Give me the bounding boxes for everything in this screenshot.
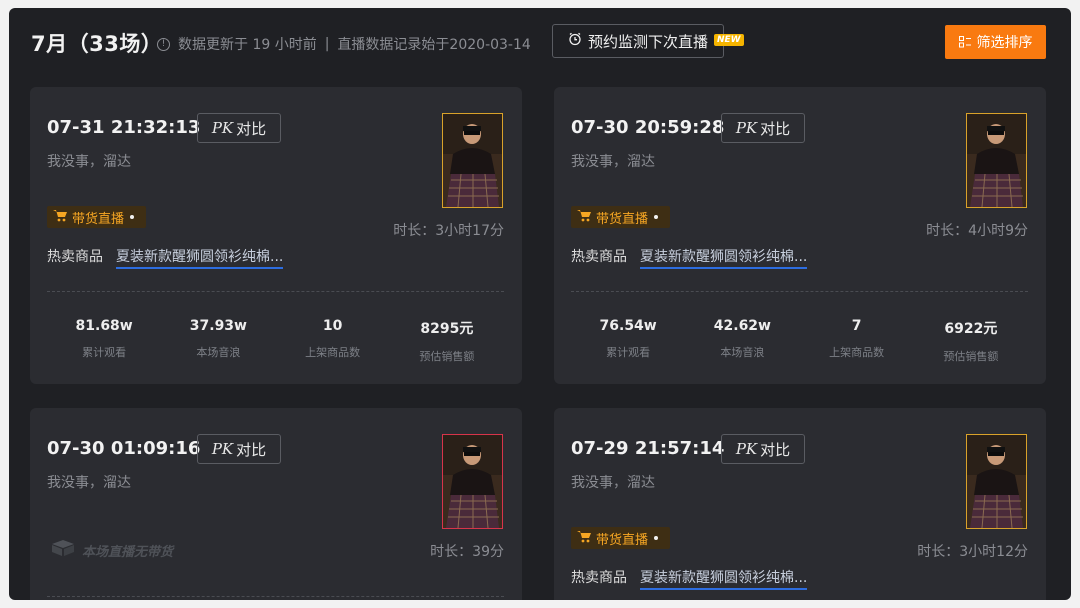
streamer-name: 我没事，溜达 — [47, 154, 131, 170]
filter-button-label: 筛选排序 — [976, 35, 1033, 51]
reserve-button-label: 预约监测下次直播 — [587, 32, 708, 51]
session-stats: 76.54w 累计观看 42.62w 本场音浪 7 上架商品数 6922元预估销售额 — [571, 318, 1028, 364]
stat-value: 76.54w — [599, 318, 657, 334]
live-session-card[interactable]: 07-29 21:57:14 PK 对比 我没事，溜达 带货直播 时长：3小时12… — [554, 408, 1046, 600]
stat-label: 本场音浪 — [720, 346, 765, 359]
cart-icon — [53, 209, 68, 226]
tag-dot — [654, 215, 659, 219]
month-title: 7月（33场） — [31, 32, 163, 56]
no-goods-text: 本场直播无带货 — [82, 544, 174, 560]
hot-product-label: 热卖商品 — [571, 249, 627, 265]
hot-product-link[interactable]: 夏装新款醒狮圆领衫纯棉... — [640, 246, 808, 269]
stat-sound-wave: 37.93w 本场音浪 — [161, 318, 275, 364]
session-duration: 时长：3小时17分 — [393, 223, 504, 239]
pk-compare-button[interactable]: PK 对比 — [721, 434, 805, 464]
pk-compare-button[interactable]: PK 对比 — [197, 113, 281, 143]
hot-product-link[interactable]: 夏装新款醒狮圆领衫纯棉... — [640, 567, 808, 590]
stat-estimated-sales: 6922元预估销售额 — [914, 318, 1028, 364]
stat-value: 10 — [322, 318, 343, 334]
hot-product-label: 热卖商品 — [571, 570, 627, 586]
pk-button-label: 对比 — [236, 440, 267, 459]
streamer-name: 我没事，溜达 — [47, 475, 131, 491]
stat-value: 6922元 — [944, 321, 998, 337]
session-duration: 时长：39分 — [430, 544, 504, 560]
update-info: ! 数据更新于 19 小时前 | 直播数据记录始于2020-03-14 — [157, 34, 531, 54]
live-cover-thumbnail[interactable] — [966, 113, 1027, 208]
live-commerce-tag: 带货直播 — [571, 527, 671, 549]
live-cover-thumbnail[interactable] — [966, 434, 1027, 529]
stat-estimated-sales: 8295元预估销售额 — [390, 318, 504, 364]
new-badge: NEW — [714, 34, 744, 46]
live-commerce-tag: 带货直播 — [47, 206, 147, 228]
live-session-card[interactable]: 07-30 01:09:16 PK 对比 我没事，溜达 本场直播无带货 时长：39… — [30, 408, 522, 600]
pk-button-label: 对比 — [760, 440, 791, 459]
stat-total-views: 81.68w 累计观看 — [47, 318, 161, 364]
pk-icon: PK — [735, 440, 758, 458]
live-records-panel: 7月（33场） ! 数据更新于 19 小时前 | 直播数据记录始于2020-03… — [9, 8, 1071, 600]
live-tag-label: 带货直播 — [596, 532, 649, 548]
pk-compare-button[interactable]: PK 对比 — [197, 434, 281, 464]
stat-label: 预估销售额 — [419, 350, 475, 363]
session-datetime: 07-31 21:32:13 — [47, 117, 201, 138]
filter-icon — [958, 36, 971, 48]
alarm-clock-icon — [568, 32, 582, 50]
hot-product-label: 热卖商品 — [47, 249, 103, 265]
filter-sort-button[interactable]: 筛选排序 — [945, 25, 1046, 59]
pk-icon: PK — [211, 119, 234, 137]
stat-label: 累计观看 — [82, 346, 127, 359]
cart-icon — [577, 530, 592, 547]
pk-icon: PK — [735, 119, 758, 137]
hot-product-link[interactable]: 夏装新款醒狮圆领衫纯棉... — [116, 246, 284, 269]
stat-total-views: 76.54w 累计观看 — [571, 318, 685, 364]
stat-label: 预估销售额 — [943, 350, 999, 363]
stat-label: 上架商品数 — [305, 346, 361, 359]
stat-products-listed: 10 上架商品数 — [276, 318, 390, 364]
divider — [571, 291, 1028, 292]
stat-value: 37.93w — [189, 318, 247, 334]
stat-sound-wave: 42.62w 本场音浪 — [685, 318, 799, 364]
record-start-text: 直播数据记录始于2020-03-14 — [337, 37, 531, 53]
header-bar: 7月（33场） ! 数据更新于 19 小时前 | 直播数据记录始于2020-03… — [9, 8, 1071, 80]
stat-products-listed: 7 上架商品数 — [800, 318, 914, 364]
pk-button-label: 对比 — [760, 119, 791, 138]
live-session-card[interactable]: 07-30 20:59:28 PK 对比 我没事，溜达 带货直播 时长：4小时9分… — [554, 87, 1046, 384]
stat-value: 81.68w — [75, 318, 133, 334]
update-time-text: 数据更新于 19 小时前 — [178, 37, 317, 53]
reserve-monitor-button[interactable]: 预约监测下次直播 — [552, 24, 724, 58]
session-datetime: 07-30 20:59:28 — [571, 117, 725, 138]
live-cover-thumbnail[interactable] — [442, 434, 503, 529]
tag-dot — [654, 536, 659, 540]
stat-label: 累计观看 — [606, 346, 651, 359]
divider — [47, 596, 504, 597]
session-duration: 时长：3小时12分 — [917, 544, 1028, 560]
live-tag-label: 带货直播 — [72, 211, 125, 227]
pk-icon: PK — [211, 440, 234, 458]
session-stats: 81.68w 累计观看 37.93w 本场音浪 10 上架商品数 8295元预估销售额 — [47, 318, 504, 364]
live-cover-thumbnail[interactable] — [442, 113, 503, 208]
tag-dot — [130, 215, 135, 219]
pk-compare-button[interactable]: PK 对比 — [721, 113, 805, 143]
streamer-name: 我没事，溜达 — [571, 475, 655, 491]
stat-value: 8295元 — [420, 321, 474, 337]
session-datetime: 07-30 01:09:16 — [47, 438, 201, 459]
session-datetime: 07-29 21:57:14 — [571, 438, 725, 459]
stat-value: 7 — [851, 318, 862, 334]
empty-box-icon — [50, 539, 76, 561]
live-commerce-tag: 带货直播 — [571, 206, 671, 228]
divider — [47, 291, 504, 292]
cart-icon — [577, 209, 592, 226]
no-goods-notice: 本场直播无带货 — [50, 539, 173, 561]
pk-button-label: 对比 — [236, 119, 267, 138]
stat-value: 42.62w — [713, 318, 771, 334]
live-session-card[interactable]: 07-31 21:32:13 PK 对比 我没事，溜达 带货直播 时长：3小时17… — [30, 87, 522, 384]
live-tag-label: 带货直播 — [596, 211, 649, 227]
info-icon: ! — [157, 37, 170, 51]
session-duration: 时长：4小时9分 — [926, 223, 1028, 239]
streamer-name: 我没事，溜达 — [571, 154, 655, 170]
stat-label: 本场音浪 — [196, 346, 241, 359]
separator: | — [324, 36, 330, 52]
stat-label: 上架商品数 — [829, 346, 885, 359]
